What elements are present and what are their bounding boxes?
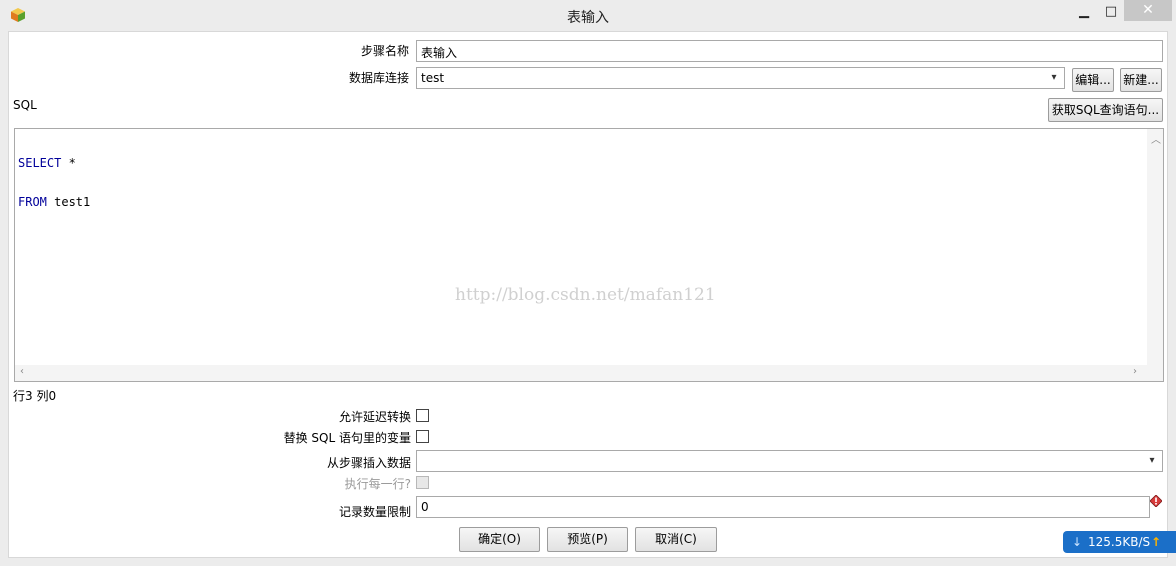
horizontal-scrollbar[interactable]: ‹ › [15,365,1147,381]
minimize-button[interactable]: ▁ [1076,4,1092,22]
new-connection-button[interactable]: 新建... [1120,68,1162,92]
lazy-conversion-label: 允许延迟转换 [338,410,411,424]
close-button[interactable]: ✕ [1124,0,1172,21]
download-arrow-icon: ↓ [1072,535,1083,549]
chevron-down-icon[interactable]: ▾ [1145,453,1159,469]
get-sql-button[interactable]: 获取SQL查询语句... [1048,98,1163,122]
db-connection-label: 数据库连接 [348,71,409,85]
execute-each-row-label: 执行每一行? [344,477,411,491]
cancel-button[interactable]: 取消(C) [635,527,717,552]
edit-connection-button[interactable]: 编辑... [1072,68,1114,92]
ok-button[interactable]: 确定(O) [459,527,540,552]
scroll-left-icon[interactable]: ‹ [20,366,24,377]
sql-editor[interactable]: SELECT * FROM test1 http://blog.csdn.net… [14,128,1164,382]
execute-each-row-checkbox [416,476,429,489]
dialog-content: 步骤名称 表输入 数据库连接 test ▾ 编辑... 新建... SQL 获取… [8,31,1168,558]
vertical-scrollbar[interactable]: ︿ [1147,129,1163,381]
lazy-conversion-checkbox[interactable] [416,409,429,422]
sql-line: SELECT * [18,157,90,170]
step-name-label: 步骤名称 [360,44,409,58]
sql-code[interactable]: SELECT * FROM test1 [18,131,90,235]
step-name-input[interactable]: 表输入 [416,40,1163,62]
insert-from-step-label: 从步骤插入数据 [326,456,411,470]
sql-line: FROM test1 [18,196,90,209]
replace-variables-label: 替换 SQL 语句里的变量 [283,431,411,445]
replace-variables-checkbox[interactable] [416,430,429,443]
maximize-button[interactable]: □ [1103,4,1119,22]
variable-diamond-icon [1150,495,1162,507]
upload-arrow-icon: ↑ [1151,535,1162,549]
sql-text: test1 [46,195,91,209]
scroll-right-icon[interactable]: › [1133,366,1137,377]
watermark: http://blog.csdn.net/mafan121 [455,285,716,305]
db-connection-value: test [421,71,445,85]
sql-keyword: SELECT [18,156,62,170]
chevron-down-icon[interactable]: ▾ [1047,70,1061,86]
sql-text: * [61,156,76,170]
cursor-position-status: 行3 列0 [13,389,57,403]
scroll-up-icon[interactable]: ︿ [1151,131,1161,146]
title-bar: 表输入 ▁ □ ✕ [0,0,1176,31]
network-speed-badge[interactable]: ↓ 125.5KB/S ↑ [1063,531,1176,553]
sql-keyword: FROM [18,195,47,209]
sql-label: SQL [13,98,37,112]
insert-from-step-select[interactable]: ▾ [416,450,1163,472]
limit-input[interactable]: 0 [416,496,1150,518]
db-connection-select[interactable]: test ▾ [416,67,1065,89]
network-speed-text: 125.5KB/S [1088,535,1151,549]
limit-label: 记录数量限制 [338,505,411,519]
preview-button[interactable]: 预览(P) [547,527,628,552]
window-title: 表输入 [567,10,609,26]
